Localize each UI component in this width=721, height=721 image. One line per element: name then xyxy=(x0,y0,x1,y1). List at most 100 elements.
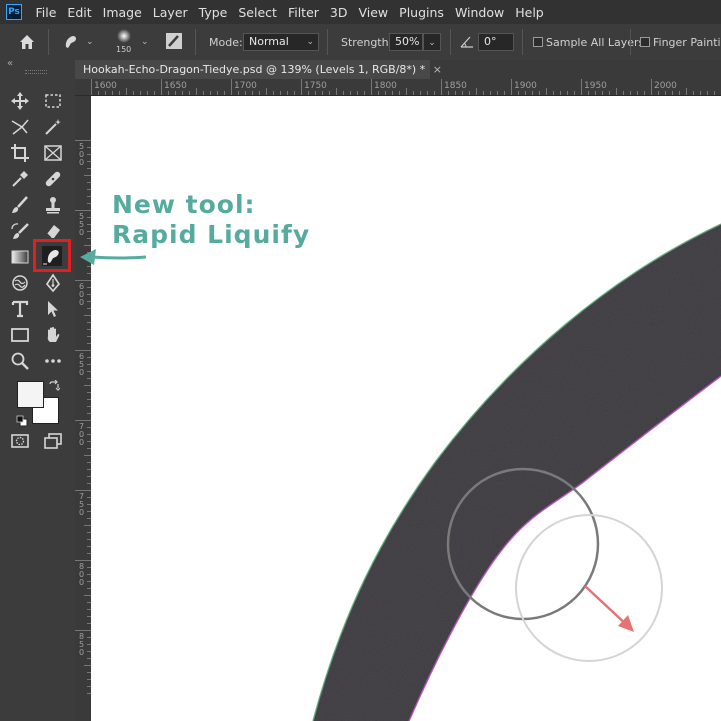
ruler-minor-tick xyxy=(644,91,645,95)
brush-icon[interactable] xyxy=(10,195,30,215)
sample-all-layers-checkbox[interactable] xyxy=(533,37,543,47)
screen-mode-icon[interactable] xyxy=(43,431,63,451)
swap-colors-icon[interactable] xyxy=(48,377,61,391)
collapse-panel-icon[interactable]: « xyxy=(7,58,13,69)
ruler-minor-tick xyxy=(84,525,91,526)
ruler-minor-tick xyxy=(189,91,190,95)
close-tab-icon[interactable]: × xyxy=(433,60,442,79)
ruler-minor-tick xyxy=(546,88,547,95)
ruler-minor-tick xyxy=(665,91,666,95)
angle-input[interactable]: 0° xyxy=(478,33,514,51)
blur-icon[interactable] xyxy=(10,273,30,293)
ruler-minor-tick xyxy=(434,91,435,95)
ruler-minor-tick xyxy=(420,91,421,95)
type-icon[interactable] xyxy=(10,299,30,319)
strength-dropdown[interactable]: ⌄ xyxy=(423,33,441,51)
ruler-minor-tick xyxy=(616,88,617,95)
tool-preset-icon[interactable] xyxy=(62,33,80,51)
brush-size-value: 150 xyxy=(116,45,132,54)
history-brush-icon[interactable] xyxy=(10,221,30,241)
eyedropper-icon[interactable] xyxy=(10,169,30,189)
ruler-tick xyxy=(75,630,91,631)
menu-plugins[interactable]: Plugins xyxy=(394,5,450,20)
menu-file[interactable]: File xyxy=(30,5,62,20)
menu-filter[interactable]: Filter xyxy=(282,5,324,20)
magic-wand-icon[interactable] xyxy=(43,117,63,137)
ruler-minor-tick xyxy=(154,91,155,95)
menu-select[interactable]: Select xyxy=(233,5,283,20)
crop-icon[interactable] xyxy=(10,143,30,163)
foreground-color-swatch[interactable] xyxy=(17,381,44,408)
ruler-minor-tick xyxy=(686,88,687,95)
ruler-minor-tick xyxy=(574,91,575,95)
ruler-minor-tick xyxy=(560,91,561,95)
marquee-icon[interactable] xyxy=(43,91,63,111)
ruler-tick xyxy=(581,79,582,95)
annotation-callout: New tool: Rapid Liquify xyxy=(112,190,310,250)
ruler-minor-tick xyxy=(133,91,134,95)
rapid-liquify-icon[interactable] xyxy=(42,246,62,266)
ruler-minor-tick xyxy=(98,91,99,95)
ruler-minor-tick xyxy=(343,91,344,95)
ruler-minor-tick xyxy=(567,91,568,95)
ruler-label: 500 xyxy=(79,142,85,167)
hand-icon[interactable] xyxy=(43,325,63,345)
photoshop-logo-icon[interactable]: Ps xyxy=(6,4,22,20)
ruler-minor-tick xyxy=(350,91,351,95)
ruler-minor-tick xyxy=(308,91,309,95)
menu-help[interactable]: Help xyxy=(510,5,550,20)
toolbar-grip[interactable] xyxy=(25,70,47,74)
annotation-arrow-icon xyxy=(80,249,147,265)
ruler-minor-tick xyxy=(84,315,91,316)
toolbar-header: « xyxy=(0,58,75,75)
pen-icon[interactable] xyxy=(43,273,63,293)
zoom-icon[interactable] xyxy=(10,351,30,371)
strength-input[interactable]: 50% xyxy=(389,33,423,51)
preset-dropdown-chevron-icon[interactable]: ⌄ xyxy=(86,37,94,47)
document-tab-bar: Hookah-Echo-Dragon-Tiedye.psd @ 139% (Le… xyxy=(75,60,721,79)
ruler-minor-tick xyxy=(259,91,260,95)
more-icon[interactable] xyxy=(43,351,63,371)
ruler-minor-tick xyxy=(385,91,386,95)
stamp-icon[interactable] xyxy=(43,195,63,215)
menu-window[interactable]: Window xyxy=(449,5,509,20)
mode-select[interactable]: Normal ⌄ xyxy=(243,33,319,51)
default-colors-icon[interactable] xyxy=(16,412,28,427)
menu-type[interactable]: Type xyxy=(193,5,233,20)
separator xyxy=(522,29,523,55)
brush-preview-icon[interactable] xyxy=(114,28,134,44)
menu-view[interactable]: View xyxy=(353,5,394,20)
finger-painting-checkbox[interactable] xyxy=(640,37,650,47)
quick-mask-icon[interactable] xyxy=(10,431,30,451)
healing-icon[interactable] xyxy=(43,169,63,189)
gradient-icon[interactable] xyxy=(10,247,30,267)
eraser-icon[interactable] xyxy=(43,221,63,241)
home-icon[interactable] xyxy=(18,33,36,51)
ruler-minor-tick xyxy=(126,88,127,95)
document-tab[interactable]: Hookah-Echo-Dragon-Tiedye.psd @ 139% (Le… xyxy=(75,60,442,79)
lasso-icon[interactable] xyxy=(10,117,30,137)
menu-edit[interactable]: Edit xyxy=(62,5,97,20)
strength-label: Strength: xyxy=(341,36,393,49)
frame-icon[interactable] xyxy=(43,143,63,163)
brush-settings-icon[interactable] xyxy=(165,32,183,50)
document-tab-title: Hookah-Echo-Dragon-Tiedye.psd @ 139% (Le… xyxy=(83,63,426,76)
path-select-icon[interactable] xyxy=(43,299,63,319)
brush-cursor-inner-icon xyxy=(515,514,663,662)
rectangle-icon[interactable] xyxy=(10,325,30,345)
menu-3d[interactable]: 3D xyxy=(324,5,353,20)
menu-image[interactable]: Image xyxy=(97,5,147,20)
ruler-tick xyxy=(301,79,302,95)
brush-dropdown-chevron-icon[interactable]: ⌄ xyxy=(141,37,149,47)
strength-chevron-icon: ⌄ xyxy=(428,38,436,48)
move-icon[interactable] xyxy=(10,91,30,111)
ruler-minor-tick xyxy=(84,595,91,596)
ruler-minor-tick xyxy=(217,91,218,95)
separator xyxy=(327,29,328,55)
menu-layer[interactable]: Layer xyxy=(147,5,193,20)
drag-direction-arrow-icon xyxy=(584,585,630,628)
mode-label: Mode: xyxy=(209,36,243,49)
separator xyxy=(630,29,631,55)
menu-bar: Ps File Edit Image Layer Type Select Fil… xyxy=(0,0,721,24)
ruler-minor-tick xyxy=(140,91,141,95)
